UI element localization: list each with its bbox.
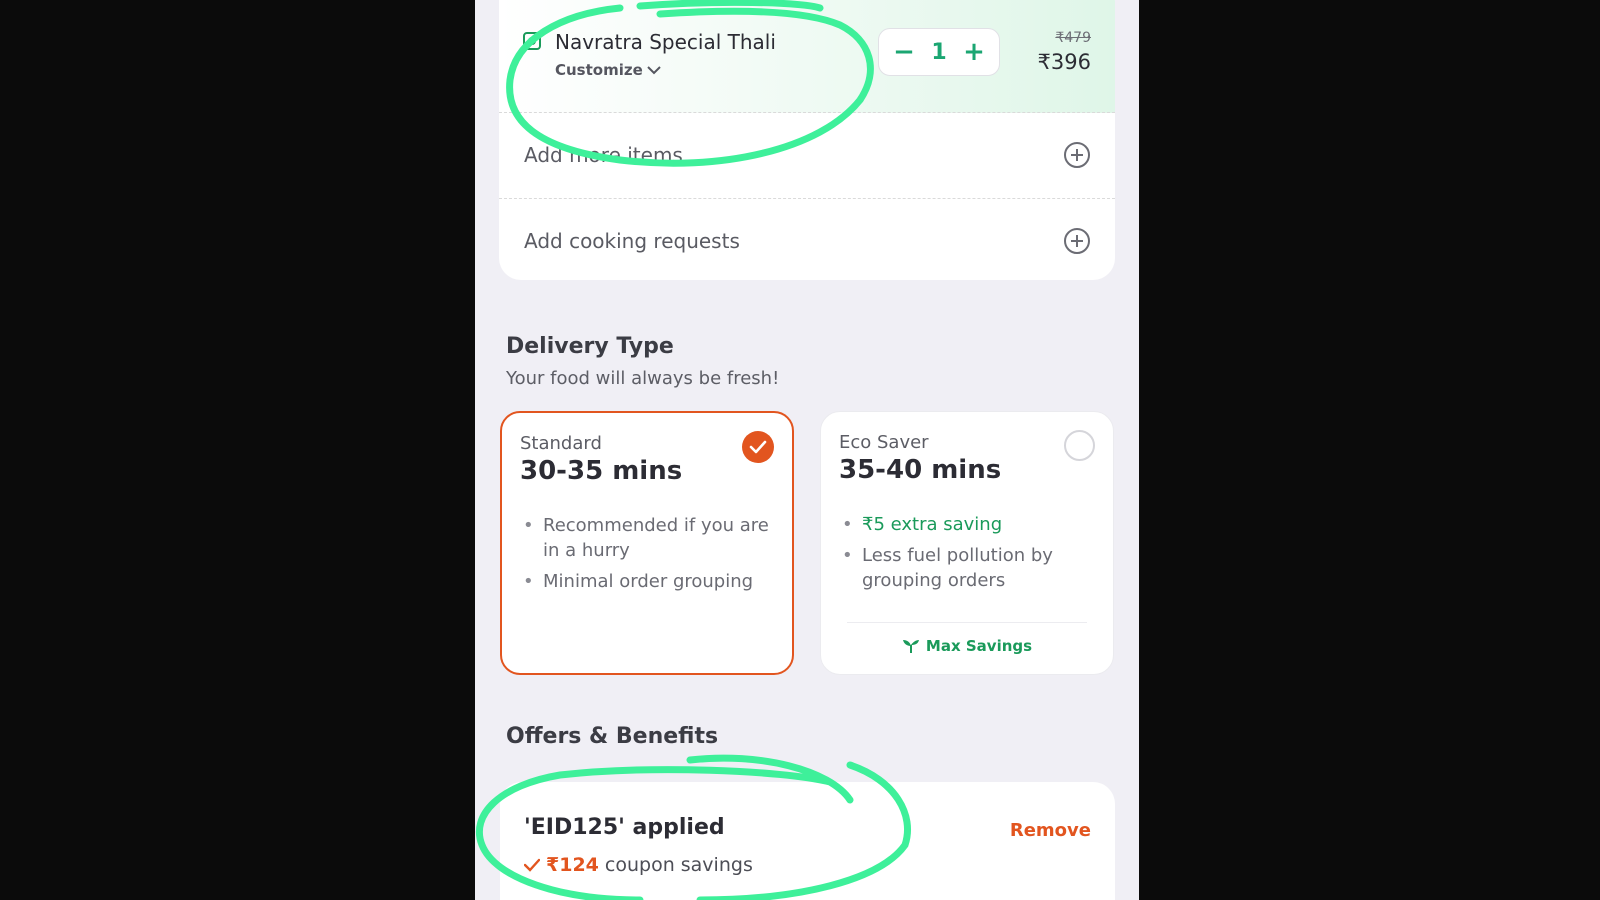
discounted-price: ₹396 — [1037, 50, 1091, 74]
radio-button[interactable] — [1064, 430, 1095, 461]
delivery-option-type: Standard — [520, 433, 602, 454]
chevron-down-icon — [647, 66, 661, 75]
phone-screen: Navratra Special Thali Customize − 1 + ₹… — [475, 0, 1139, 900]
cart-item-row: Navratra Special Thali Customize − 1 + ₹… — [499, 0, 1115, 113]
divider — [847, 622, 1087, 623]
eco-saver-delivery-option[interactable]: Eco Saver 35-40 mins ₹5 extra saving Les… — [820, 411, 1114, 675]
increase-button[interactable]: + — [961, 39, 987, 65]
standard-delivery-option[interactable]: Standard 30-35 mins Recommended if you a… — [500, 411, 794, 675]
benefit-item: ₹5 extra saving — [839, 512, 1089, 537]
original-price: ₹479 — [1055, 30, 1091, 46]
item-name: Navratra Special Thali — [555, 30, 776, 54]
customize-button[interactable]: Customize — [555, 61, 661, 79]
add-more-items-label: Add more items — [524, 143, 683, 167]
delivery-option-time: 30-35 mins — [520, 456, 683, 486]
coupon-applied-title: 'EID125' applied — [524, 815, 725, 840]
applied-coupon-card: 'EID125' applied ₹124 coupon savings Rem… — [500, 782, 1115, 900]
standard-benefits-list: Recommended if you are in a hurry Minima… — [520, 513, 770, 600]
offers-heading: Offers & Benefits — [506, 724, 719, 749]
plus-circle-icon[interactable] — [1064, 228, 1090, 254]
checkmark-icon — [524, 858, 540, 872]
add-cooking-requests-row[interactable]: Add cooking requests — [499, 199, 1115, 280]
quantity-stepper: − 1 + — [878, 28, 1000, 76]
benefit-item: Less fuel pollution by grouping orders — [839, 543, 1089, 593]
checkmark-icon — [742, 431, 774, 463]
add-more-items-row[interactable]: Add more items — [499, 113, 1115, 199]
cart-card: Navratra Special Thali Customize − 1 + ₹… — [499, 0, 1115, 280]
savings-amount: ₹124 — [546, 854, 599, 876]
delivery-option-type: Eco Saver — [839, 432, 929, 453]
eco-benefits-list: ₹5 extra saving Less fuel pollution by g… — [839, 512, 1089, 599]
veg-indicator-icon — [523, 32, 541, 50]
savings-text: coupon savings — [604, 854, 753, 876]
benefit-item: Recommended if you are in a hurry — [520, 513, 770, 563]
benefit-item: Minimal order grouping — [520, 569, 770, 594]
quantity-value: 1 — [931, 39, 947, 65]
max-savings-badge: Max Savings — [821, 637, 1113, 655]
decrease-button[interactable]: − — [891, 39, 917, 65]
plus-circle-icon[interactable] — [1064, 142, 1090, 168]
remove-coupon-button[interactable]: Remove — [1010, 820, 1091, 841]
coupon-savings-line: ₹124 coupon savings — [524, 854, 753, 876]
sprout-icon — [902, 640, 919, 653]
add-cooking-requests-label: Add cooking requests — [524, 229, 740, 253]
delivery-type-heading: Delivery Type — [506, 334, 674, 359]
max-savings-label: Max Savings — [925, 637, 1033, 655]
delivery-type-subtitle: Your food will always be fresh! — [506, 368, 780, 389]
customize-label: Customize — [555, 61, 643, 79]
delivery-option-time: 35-40 mins — [839, 455, 1002, 485]
